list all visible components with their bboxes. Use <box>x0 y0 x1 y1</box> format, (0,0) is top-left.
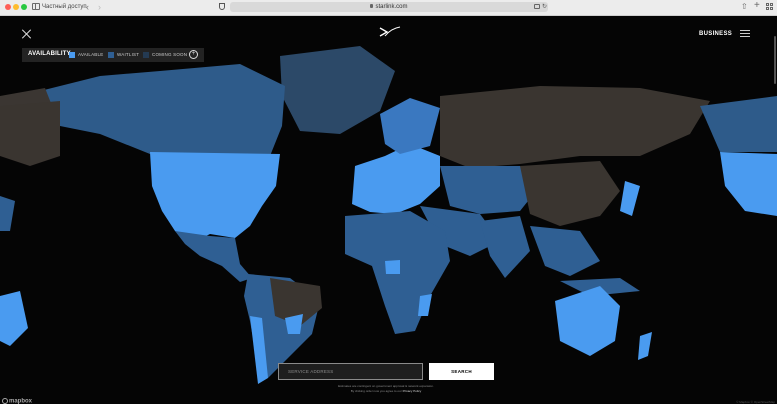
legend-info-icon[interactable]: + <box>189 50 198 59</box>
translate-icon[interactable] <box>534 4 540 9</box>
japan-region <box>620 181 640 216</box>
back-arrow-icon[interactable]: ‹ <box>86 1 89 13</box>
usa-east-wrap-region <box>720 152 777 216</box>
scandinavia-region <box>380 98 440 154</box>
hamburger-menu-icon[interactable] <box>740 30 750 38</box>
zoom-window-button[interactable] <box>21 4 27 10</box>
close-icon[interactable] <box>22 29 32 39</box>
search-button[interactable]: SEARCH <box>429 363 494 380</box>
nigeria-region <box>385 260 400 274</box>
map-attribution[interactable]: © Mapbox © OpenStreetMap <box>736 400 775 404</box>
lock-icon <box>370 4 374 9</box>
asia-west-wrap-region <box>0 196 15 231</box>
coming-soon-swatch <box>143 52 149 58</box>
europe-region <box>352 144 440 214</box>
mapbox-circle-icon <box>2 398 8 404</box>
availability-legend: AVAILABILITY AVAILABLE WAITLIST COMING S… <box>22 48 204 62</box>
legend-label-available: AVAILABLE <box>78 52 104 57</box>
mozambique-region <box>418 294 432 316</box>
southeast-asia-region <box>530 226 600 276</box>
available-swatch <box>69 52 75 58</box>
greenland-region <box>280 46 395 134</box>
australia-west-wrap-region <box>0 291 28 346</box>
starlink-logo[interactable] <box>379 26 401 38</box>
waitlist-swatch <box>108 52 114 58</box>
privacy-policy-link[interactable]: Privacy Policy <box>403 389 422 393</box>
service-address-input[interactable] <box>278 363 423 380</box>
availability-map[interactable] <box>0 16 777 404</box>
new-tab-icon[interactable]: + <box>754 0 760 12</box>
page-scrollbar[interactable] <box>774 36 776 84</box>
new-zealand-region <box>638 332 652 360</box>
mexico-region <box>175 231 252 282</box>
address-bar[interactable]: starlink.com ↻ <box>230 2 548 12</box>
tab-overview-icon[interactable] <box>766 3 773 10</box>
mapbox-logo[interactable]: mapbox <box>2 398 32 404</box>
legend-label-coming-soon: COMING SOON <box>152 52 188 57</box>
private-browsing-label: Частный доступ <box>42 4 87 10</box>
privacy-shield-icon[interactable] <box>219 3 225 10</box>
usa-region <box>150 152 280 244</box>
china-region <box>520 161 620 226</box>
starlink-availability-page: BUSINESS AVAILABILITY AVAILABLE WAITLIST… <box>0 16 777 404</box>
disclaimer-line-2: By clicking order now you agree to our <box>350 389 402 393</box>
russia-west-wrap-region <box>0 101 60 166</box>
legend-title: AVAILABILITY <box>28 51 71 57</box>
india-region <box>480 216 530 278</box>
url-text: starlink.com <box>375 4 408 10</box>
canada-region <box>40 64 285 156</box>
mapbox-label: mapbox <box>9 398 33 404</box>
disclaimer-text: Estimates are contingent on government a… <box>278 384 494 394</box>
share-icon[interactable]: ⇧ <box>741 2 748 12</box>
minimize-window-button[interactable] <box>13 4 19 10</box>
sidebar-toggle-icon[interactable] <box>32 3 40 10</box>
close-window-button[interactable] <box>5 4 11 10</box>
canada-east-wrap-region <box>700 96 777 152</box>
browser-toolbar: Частный доступ ‹ › starlink.com ↻ ⇧ + <box>0 0 777 16</box>
reload-icon[interactable]: ↻ <box>542 3 547 11</box>
russia-region <box>440 86 710 168</box>
legend-label-waitlist: WAITLIST <box>117 52 140 57</box>
australia-region <box>555 286 620 356</box>
forward-arrow-icon[interactable]: › <box>98 1 101 13</box>
business-link[interactable]: BUSINESS <box>699 31 732 37</box>
